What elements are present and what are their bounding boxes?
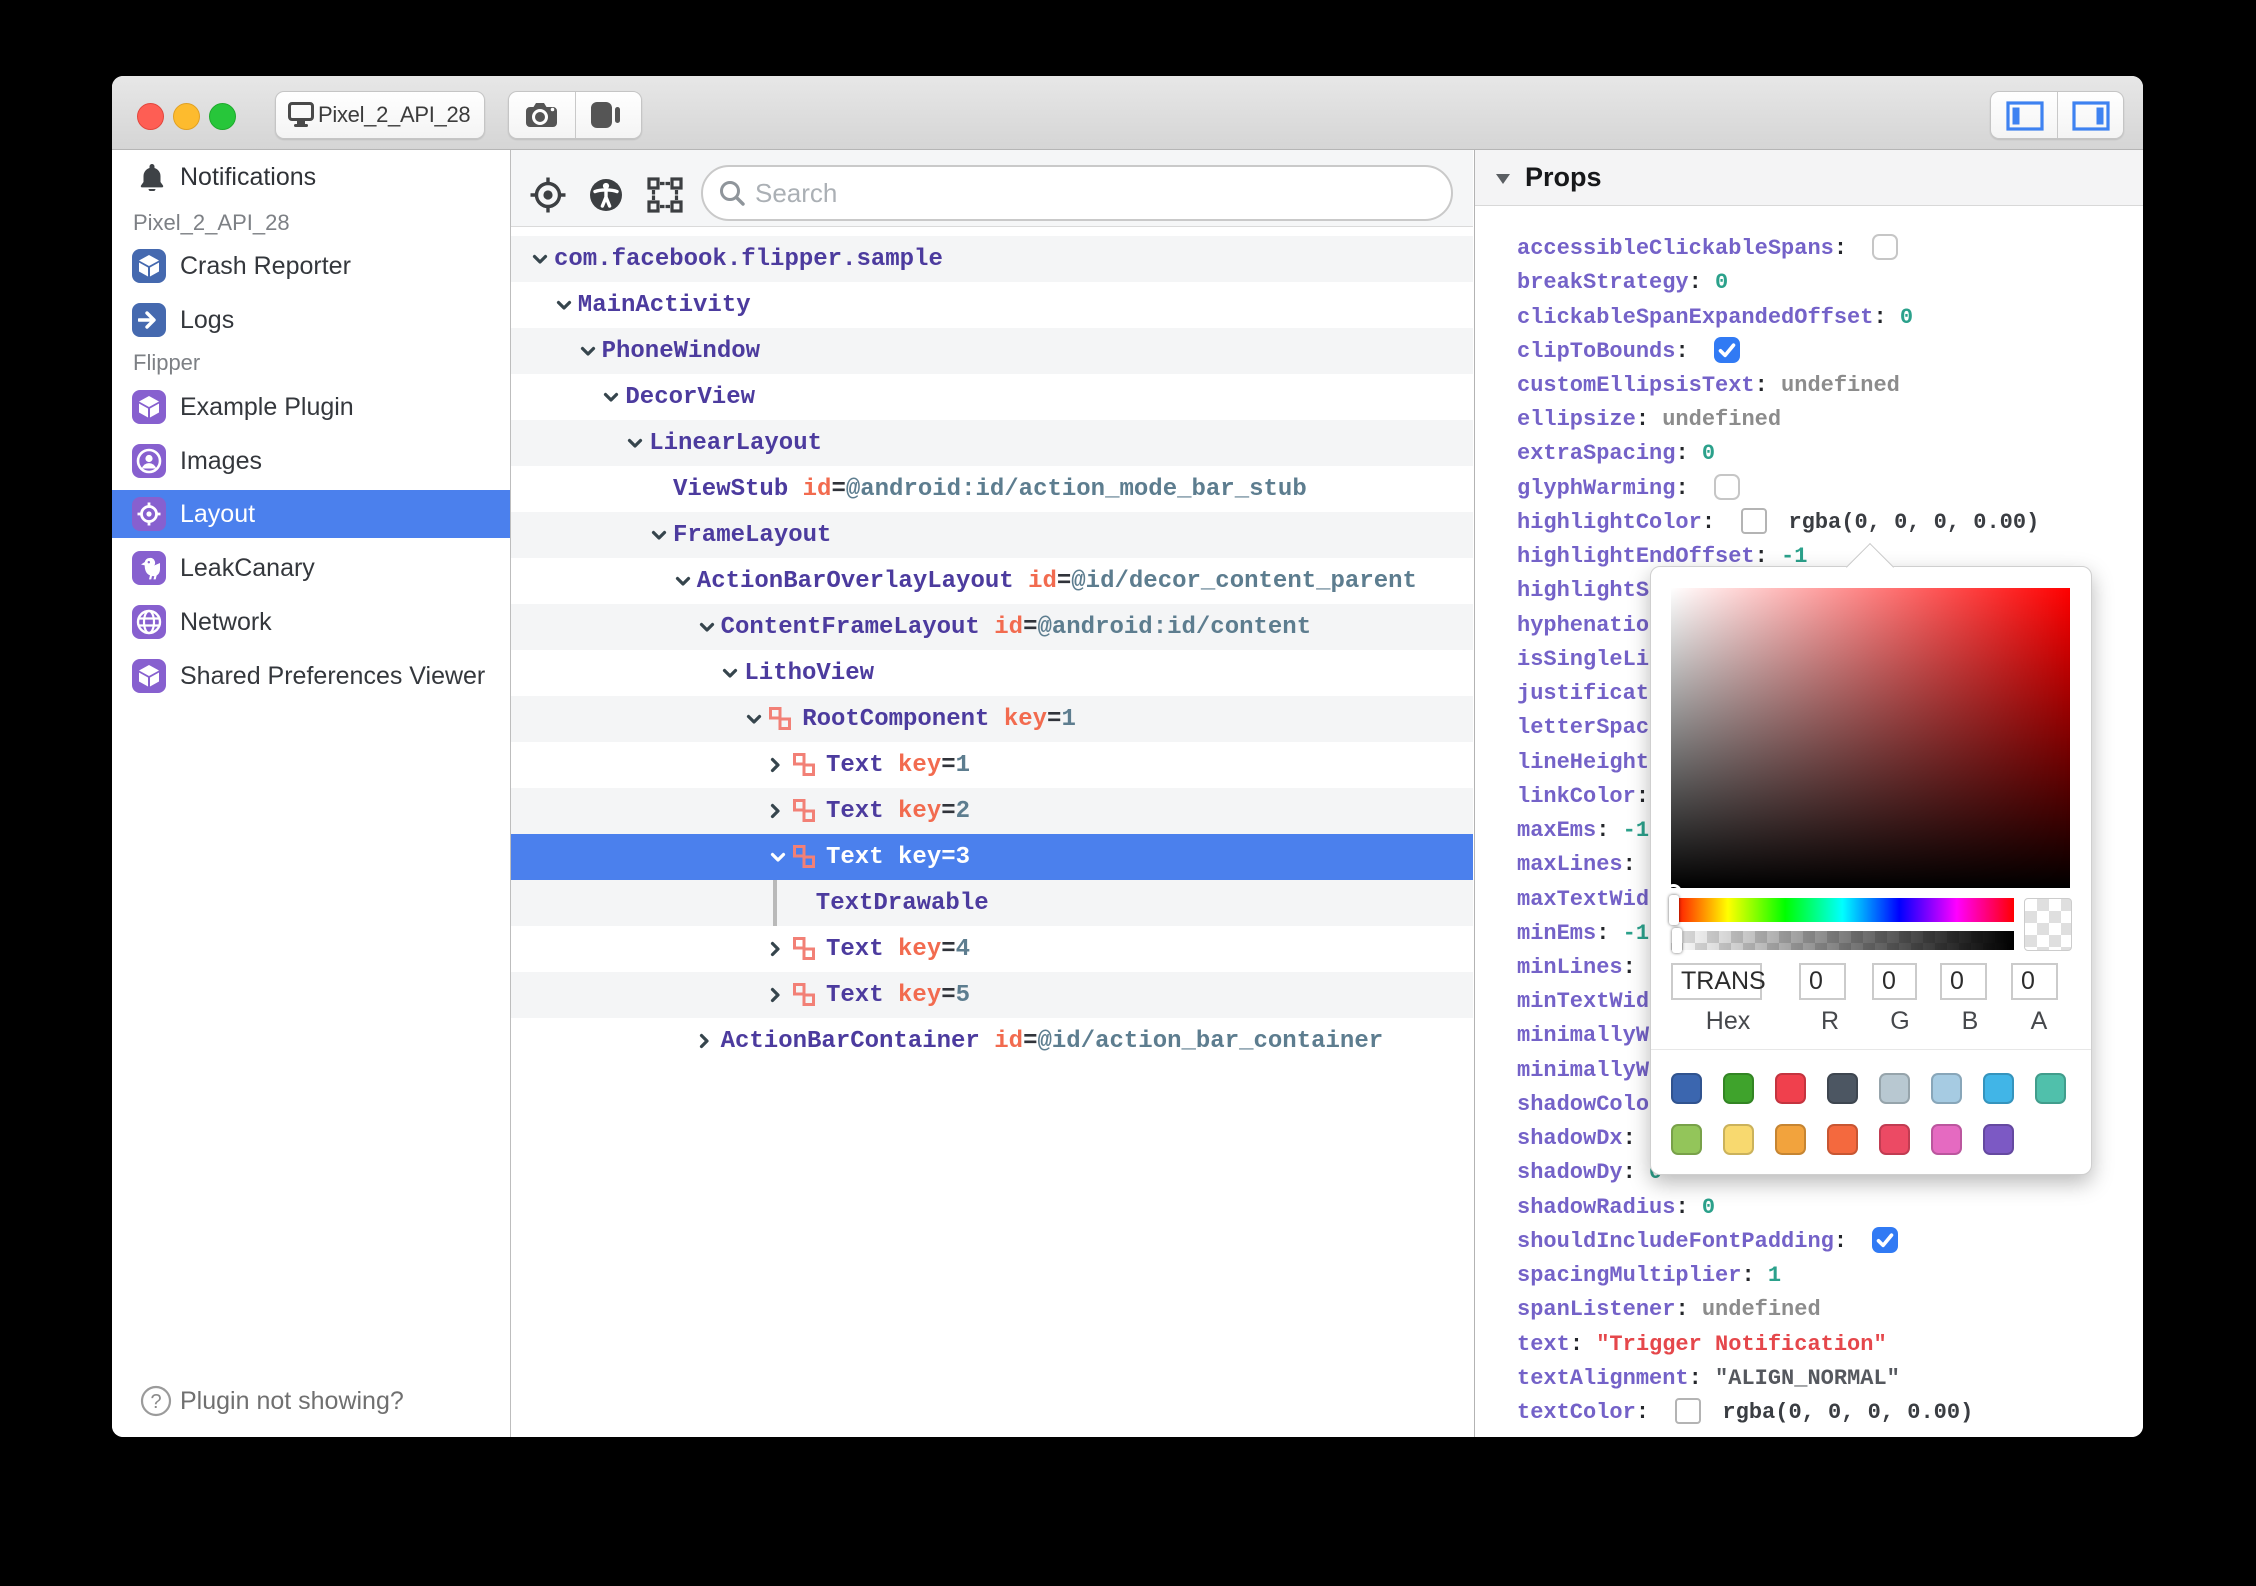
svg-text:?: ? [150, 1391, 161, 1413]
